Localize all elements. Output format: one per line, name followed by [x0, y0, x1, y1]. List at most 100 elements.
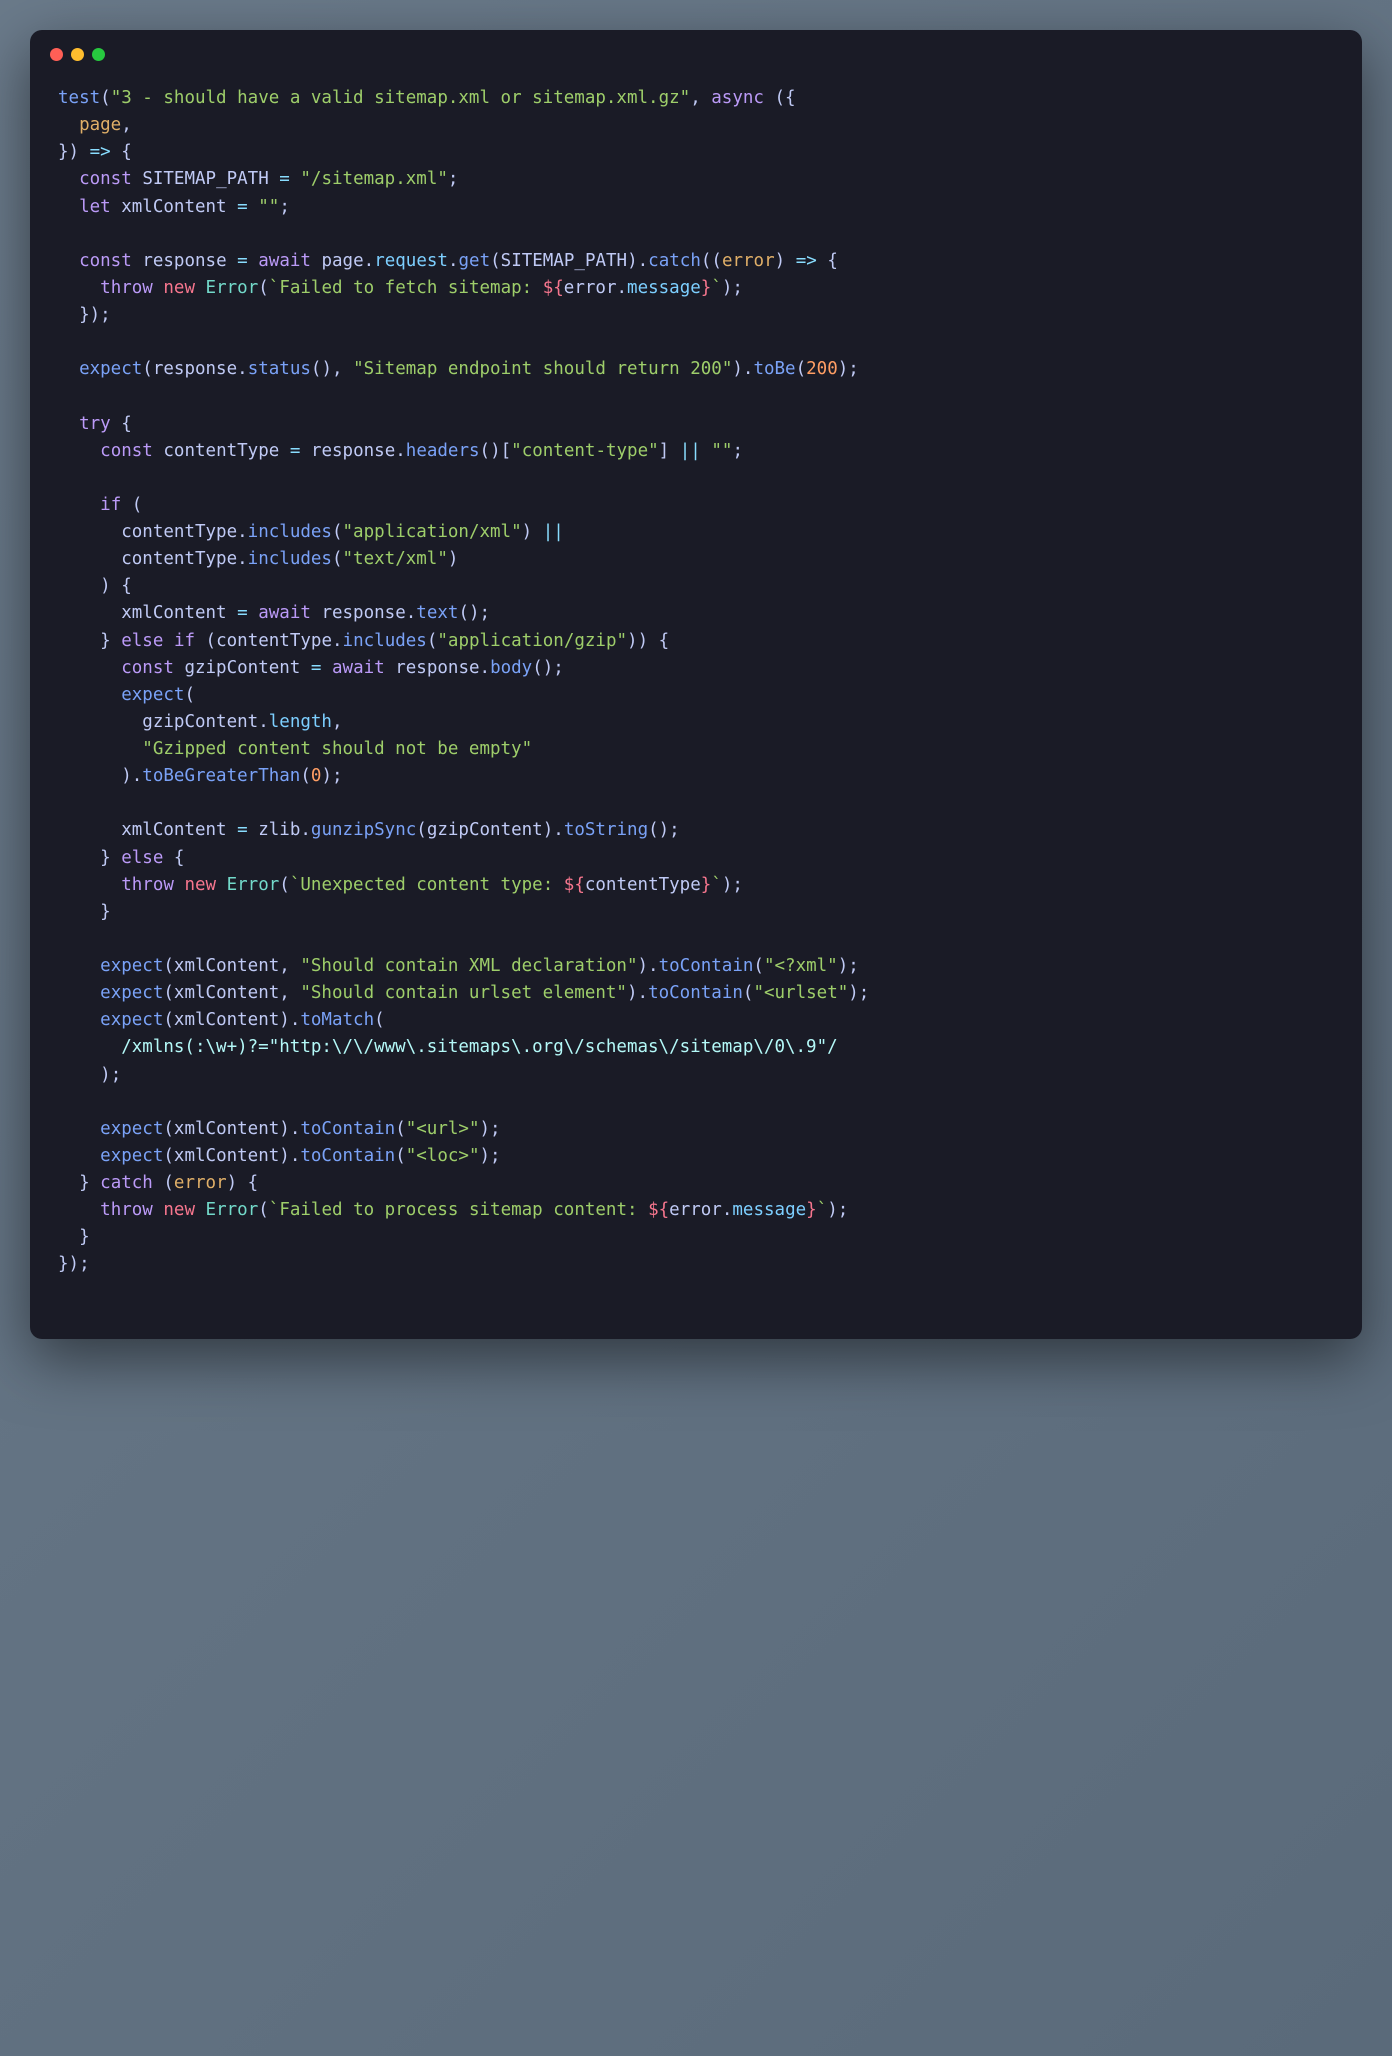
keyword: const [79, 169, 132, 189]
var: contentType [216, 631, 332, 651]
method: text [416, 603, 458, 623]
keyword: if [174, 631, 195, 651]
keyword: await [332, 658, 385, 678]
number: 0 [311, 766, 322, 786]
minimize-icon[interactable] [71, 48, 84, 61]
method: toContain [648, 983, 743, 1003]
keyword: else [121, 631, 163, 651]
operator: = [290, 441, 301, 461]
string: "" [258, 197, 279, 217]
var: gzipContent [427, 820, 543, 840]
maximize-icon[interactable] [92, 48, 105, 61]
var: contentType [121, 522, 237, 542]
method: body [490, 658, 532, 678]
string: "Should contain XML declaration" [300, 956, 637, 976]
tpl: ${ [564, 875, 585, 895]
string: "<url>" [406, 1119, 480, 1139]
code-content: test("3 - should have a valid sitemap.xm… [30, 61, 1362, 1339]
var: xmlContent [174, 1010, 279, 1030]
string: "Gzipped content should not be empty" [142, 739, 532, 759]
operator: = [279, 169, 290, 189]
prop: message [732, 1200, 806, 1220]
string: "<urlset" [753, 983, 848, 1003]
var: error [564, 278, 617, 298]
string: "text/xml" [343, 549, 448, 569]
keyword: throw [121, 875, 174, 895]
keyword: try [79, 414, 111, 434]
class: Error [206, 278, 259, 298]
keyword: new [163, 278, 195, 298]
operator: => [796, 251, 817, 271]
string: "application/xml" [343, 522, 522, 542]
prop: length [269, 712, 332, 732]
fn-call: expect [100, 983, 163, 1003]
number: 200 [806, 359, 838, 379]
var: xmlContent [174, 1119, 279, 1139]
var: SITEMAP_PATH [501, 251, 627, 271]
fn-call: expect [121, 685, 184, 705]
var: response [395, 658, 479, 678]
close-icon[interactable] [50, 48, 63, 61]
fn-call: expect [100, 1119, 163, 1139]
keyword: const [79, 251, 132, 271]
var: xmlContent [174, 956, 279, 976]
string: `Failed to process sitemap content: [269, 1200, 648, 1220]
keyword: throw [100, 1200, 153, 1220]
fn-call: expect [79, 359, 142, 379]
string: `Failed to fetch sitemap: [269, 278, 543, 298]
tpl: ${ [543, 278, 564, 298]
method: includes [248, 522, 332, 542]
keyword: else [121, 848, 163, 868]
keyword: let [79, 197, 111, 217]
string: ` [817, 1200, 828, 1220]
operator: || [680, 441, 701, 461]
tpl: } [701, 278, 712, 298]
fn-call: expect [100, 1146, 163, 1166]
code-window: test("3 - should have a valid sitemap.xm… [30, 30, 1362, 1339]
param: error [174, 1173, 227, 1193]
method: toBeGreaterThan [142, 766, 300, 786]
fn-call: expect [100, 956, 163, 976]
param: error [722, 251, 775, 271]
string: "/sitemap.xml" [300, 169, 448, 189]
var: response [142, 251, 226, 271]
tpl: ${ [648, 1200, 669, 1220]
method: toContain [300, 1119, 395, 1139]
keyword: new [184, 875, 216, 895]
prop: message [627, 278, 701, 298]
method: toMatch [300, 1010, 374, 1030]
var: contentType [121, 549, 237, 569]
method: includes [343, 631, 427, 651]
keyword: if [100, 495, 121, 515]
operator: = [237, 251, 248, 271]
string: "" [711, 441, 732, 461]
method: toBe [753, 359, 795, 379]
var: response [321, 603, 405, 623]
fn-call: test [58, 88, 100, 108]
method: toContain [659, 956, 754, 976]
param: page [79, 115, 121, 135]
var: xmlContent [121, 820, 226, 840]
method: status [248, 359, 311, 379]
var: response [311, 441, 395, 461]
class: Error [206, 1200, 259, 1220]
tpl: } [806, 1200, 817, 1220]
class: Error [227, 875, 280, 895]
keyword: const [100, 441, 153, 461]
operator: = [311, 658, 322, 678]
var: contentType [585, 875, 701, 895]
operator: = [237, 197, 248, 217]
var: response [153, 359, 237, 379]
operator: = [237, 820, 248, 840]
operator: || [543, 522, 564, 542]
operator: = [237, 603, 248, 623]
var: page [321, 251, 363, 271]
string: ` [711, 278, 722, 298]
var: xmlContent [121, 197, 226, 217]
titlebar [30, 30, 1362, 61]
tpl: } [701, 875, 712, 895]
var: zlib [258, 820, 300, 840]
string: "<?xml" [764, 956, 838, 976]
string: `Unexpected content type: [290, 875, 564, 895]
var: error [669, 1200, 722, 1220]
